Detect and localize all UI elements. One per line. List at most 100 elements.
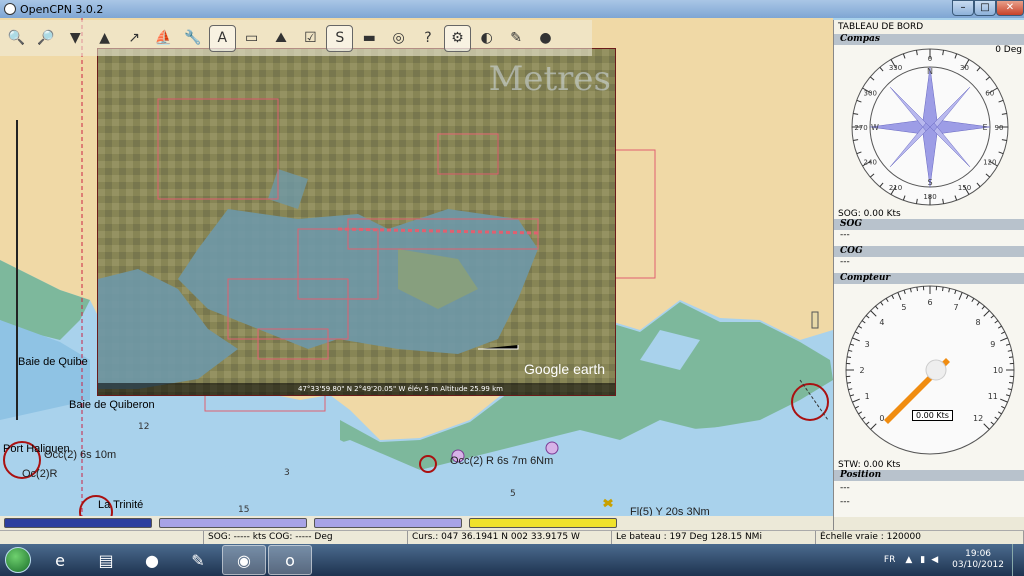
settings-button[interactable]: 🔧 bbox=[180, 26, 205, 51]
print-button[interactable]: ✎ bbox=[504, 26, 529, 51]
title-bar[interactable]: OpenCPN 3.0.2 bbox=[0, 0, 1024, 18]
chart-stack-bar[interactable] bbox=[159, 518, 307, 528]
system-tray: FR ▲ ▮ ◀ 19:06 03/10/2012 bbox=[884, 544, 1024, 576]
compass-sog-line: SOG: 0.00 Kts bbox=[838, 209, 901, 219]
chrome-icon: ◉ bbox=[237, 550, 251, 570]
compass-rose: 0 30 60 90 120 150 180 210 240 270 300 330 N E S W bbox=[851, 48, 1009, 206]
windows-taskbar: e ▤ ● ✎ ◉ o FR ▲ ▮ ◀ 19:06 03/10/2012 bbox=[0, 544, 1024, 576]
file-explorer-icon: ▤ bbox=[98, 550, 114, 570]
chart-stack-bar[interactable] bbox=[469, 518, 617, 528]
speed-tick-label: 5 bbox=[901, 303, 906, 312]
google-earth-logo: Google earth bbox=[524, 361, 605, 377]
speed-tick-label: 11 bbox=[988, 392, 998, 401]
sog-header: SOG bbox=[834, 219, 1024, 230]
sog-instrument: --- bbox=[834, 230, 1024, 246]
track-icon: ⛰ bbox=[275, 30, 287, 46]
compass-cardinal: S bbox=[927, 178, 932, 187]
chart-stack-bar[interactable] bbox=[4, 518, 152, 528]
dashboard-panel: TABLEAU DE BORD Compas 0 Deg 0 30 60 90 120 1… bbox=[833, 20, 1024, 538]
cog-instrument: --- bbox=[834, 257, 1024, 273]
compass-tick-label: 90 bbox=[995, 124, 1004, 132]
depth-sounding: 3 bbox=[284, 468, 290, 478]
close-button[interactable]: ✕ bbox=[996, 0, 1024, 16]
route-button[interactable]: ↗ bbox=[122, 26, 147, 51]
route-manager-button[interactable]: ☑ bbox=[298, 26, 323, 51]
zoom-out-button[interactable]: 🔎 bbox=[33, 26, 58, 51]
google-earth-overlay[interactable]: Metres Google earth 47°33'59.80" N 2°49'… bbox=[97, 48, 616, 396]
place-name: Baie de Quiberon bbox=[69, 399, 155, 411]
dashboard-button[interactable]: ⚙ bbox=[443, 24, 471, 52]
start-button[interactable] bbox=[0, 544, 36, 576]
position-lat: --- bbox=[840, 483, 850, 493]
compass-header: Compas bbox=[834, 34, 1024, 45]
paint-icon: ✎ bbox=[191, 550, 205, 570]
speedometer-header: Compteur bbox=[834, 273, 1024, 284]
route-icon: ↗ bbox=[128, 30, 140, 46]
internet-explorer-taskbar-button[interactable]: e bbox=[38, 545, 82, 575]
lifering-button[interactable]: ◎ bbox=[386, 26, 411, 51]
speed-tick-label: 6 bbox=[927, 298, 932, 307]
place-name: Baie de Quibe bbox=[18, 356, 88, 368]
clock[interactable]: 19:06 03/10/2012 bbox=[952, 549, 1004, 571]
track-button[interactable]: ⛰ bbox=[269, 26, 294, 51]
compass-cardinal: N bbox=[927, 67, 933, 76]
compass-tick-label: 150 bbox=[958, 184, 971, 192]
follow-icon: ⛵ bbox=[154, 30, 173, 46]
compass-tick-label: 300 bbox=[864, 90, 877, 98]
stw-line: STW: 0.00 Kts bbox=[838, 460, 901, 470]
dashboard-title: TABLEAU DE BORD bbox=[834, 20, 1024, 34]
quilt-button[interactable]: ▭ bbox=[239, 26, 264, 51]
show-desktop-button[interactable] bbox=[1012, 544, 1024, 576]
light-label: Occ(2) 6s 10m bbox=[44, 449, 117, 461]
speed-tick-label: 9 bbox=[990, 340, 995, 349]
satellite-image bbox=[98, 49, 615, 395]
network-icon[interactable]: ▮ bbox=[920, 555, 925, 565]
text-button[interactable]: A bbox=[208, 24, 236, 52]
depth-sounding: 12 bbox=[138, 422, 150, 432]
minimize-button[interactable]: – bbox=[952, 0, 974, 16]
status-field bbox=[0, 530, 204, 545]
compass-cardinal: W bbox=[871, 123, 879, 132]
opencpn-window: Metres Google earth 47°33'59.80" N 2°49'… bbox=[0, 0, 1024, 576]
chart-scale-up-button[interactable]: ▲ bbox=[92, 26, 117, 51]
windows-logo-icon bbox=[5, 547, 31, 573]
speed-tick-label: 3 bbox=[865, 340, 870, 349]
speed-tick-label: 10 bbox=[993, 366, 1003, 375]
maximize-button[interactable]: □ bbox=[974, 0, 996, 16]
file-explorer-taskbar-button[interactable]: ▤ bbox=[84, 545, 128, 575]
help-button[interactable]: ? bbox=[415, 26, 440, 51]
app-icon bbox=[4, 3, 16, 15]
overlay-watermark: Metres bbox=[488, 59, 611, 99]
light-label: Oc(2)R bbox=[22, 468, 58, 480]
dashboard-icon: ⚙ bbox=[451, 30, 464, 46]
language-indicator[interactable]: FR bbox=[884, 555, 895, 565]
speedometer-instrument: 0 1 2 3 4 5 6 7 8 9 10 11 12 0.00 Kts STW: 0.00 Kts bbox=[834, 284, 1024, 470]
google-earth-app-taskbar-button[interactable]: o bbox=[268, 545, 312, 575]
current-button[interactable]: S bbox=[326, 24, 354, 52]
current-icon: S bbox=[335, 30, 345, 46]
chrome-taskbar-button[interactable]: ◉ bbox=[222, 545, 266, 575]
position-instrument: --- --- bbox=[834, 481, 1024, 517]
compass-tick-label: 210 bbox=[889, 184, 902, 192]
speedometer-dial: 0123456789101112 bbox=[845, 285, 1015, 455]
paint-taskbar-button[interactable]: ✎ bbox=[176, 545, 220, 575]
compass-tick-label: 120 bbox=[983, 159, 996, 167]
chart-scale-down-button[interactable]: ▼ bbox=[63, 26, 88, 51]
speed-tick-label: 12 bbox=[973, 414, 983, 423]
zoom-in-button[interactable]: 🔍 bbox=[4, 26, 29, 51]
follow-button[interactable]: ⛵ bbox=[151, 26, 176, 51]
tide-button[interactable]: ▬ bbox=[357, 26, 382, 51]
chart-stack-bar[interactable] bbox=[314, 518, 462, 528]
compass-tick-label: 270 bbox=[854, 124, 867, 132]
zoom-out-icon: 🔎 bbox=[37, 30, 55, 46]
print-icon: ✎ bbox=[510, 30, 522, 46]
speed-tick-label: 0 bbox=[879, 414, 884, 423]
globe-button[interactable]: ● bbox=[533, 26, 558, 51]
status-field: Échelle vraie : 120000 bbox=[816, 530, 1024, 545]
google-earth-button[interactable]: ◐ bbox=[474, 26, 499, 51]
internet-explorer-icon: e bbox=[55, 550, 65, 570]
opencpn-wheel-taskbar-button[interactable]: ● bbox=[130, 545, 174, 575]
compass-tick-label: 30 bbox=[960, 64, 969, 72]
volume-icon[interactable]: ◀ bbox=[931, 555, 938, 565]
tray-arrow-icon[interactable]: ▲ bbox=[905, 555, 912, 565]
